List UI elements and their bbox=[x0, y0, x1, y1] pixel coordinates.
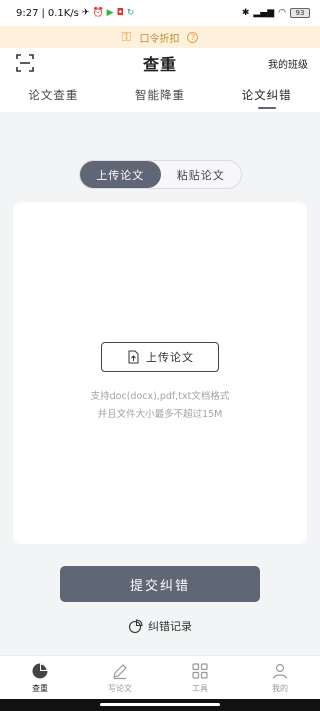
tab-plagiarism-check[interactable]: 论文查重 bbox=[0, 78, 107, 112]
nav-item-tools[interactable]: 工具 bbox=[160, 656, 240, 699]
status-divider: | bbox=[41, 7, 45, 19]
tab-smart-rewrite[interactable]: 智能降重 bbox=[107, 78, 214, 112]
status-time: 9:27 bbox=[16, 7, 39, 19]
status-bar: 9:27 | 0.1K/s ✈ ⏰ ▶ ◘ ↻ ✱ ▂▄▆ ◠ 93 bbox=[0, 0, 320, 26]
bottom-nav: 查重 写论文 工具 我的 bbox=[0, 655, 320, 699]
scan-icon[interactable] bbox=[16, 54, 34, 72]
upload-mode-button[interactable]: 上传论文 bbox=[80, 161, 161, 188]
person-icon bbox=[272, 663, 288, 679]
upload-button-label: 上传论文 bbox=[146, 351, 194, 364]
status-right: ✱ ▂▄▆ ◠ 93 bbox=[242, 8, 310, 18]
status-network-speed: 0.1K/s bbox=[47, 7, 79, 19]
signal-icon: ▂▄▆ bbox=[253, 7, 275, 18]
bluetooth-icon: ✱ bbox=[241, 7, 250, 18]
nav-label: 查重 bbox=[32, 683, 48, 693]
sync-icon: ↻ bbox=[126, 7, 135, 18]
nav-label: 工具 bbox=[192, 683, 208, 693]
upload-card: 上传论文 支持doc(docx),pdf,txt文档格式 并且文件大小最多不超过… bbox=[13, 202, 307, 544]
header: 查重 我的班级 bbox=[0, 48, 320, 78]
battery-icon: 93 bbox=[290, 8, 310, 18]
nav-item-check[interactable]: 查重 bbox=[0, 656, 80, 699]
nav-item-mine[interactable]: 我的 bbox=[240, 656, 320, 699]
system-home-bar bbox=[0, 699, 320, 711]
records-label: 纠错记录 bbox=[148, 620, 192, 633]
submit-correction-button[interactable]: 提交纠错 bbox=[60, 566, 260, 602]
key-icon: ⚿ bbox=[121, 29, 132, 45]
pie-chart-icon bbox=[32, 663, 48, 678]
tab-paper-correction[interactable]: 论文纠错 bbox=[213, 78, 320, 112]
home-indicator[interactable] bbox=[100, 703, 220, 706]
upload-icon bbox=[128, 350, 139, 364]
tab-bar: 论文查重 智能降重 论文纠错 bbox=[0, 78, 320, 112]
input-mode-toggle: 上传论文 粘贴论文 bbox=[79, 160, 242, 189]
my-class-link[interactable]: 我的班级 bbox=[268, 56, 308, 71]
promo-banner[interactable]: ⚿ 口令折扣 ? bbox=[0, 26, 320, 48]
grid-icon bbox=[192, 662, 208, 679]
upload-paper-button[interactable]: 上传论文 bbox=[101, 342, 219, 372]
correction-records-link[interactable]: 纠错记录 bbox=[0, 618, 320, 634]
pen-icon bbox=[113, 663, 127, 679]
size-hint: 并且文件大小最多不超过15M bbox=[97, 409, 223, 420]
history-pie-icon bbox=[128, 618, 143, 633]
nav-label: 写论文 bbox=[108, 683, 132, 693]
nav-item-write[interactable]: 写论文 bbox=[80, 656, 160, 699]
play-icon: ▶ bbox=[106, 7, 114, 18]
app-notification-icon: ✈ bbox=[81, 7, 90, 18]
help-icon[interactable]: ? bbox=[187, 31, 199, 43]
alarm-icon: ⏰ bbox=[92, 7, 104, 18]
app-icon: ◘ bbox=[116, 7, 124, 18]
nav-label: 我的 bbox=[272, 683, 288, 693]
format-hint: 支持doc(docx),pdf,txt文档格式 bbox=[90, 391, 230, 402]
wifi-icon: ◠ bbox=[278, 7, 286, 18]
paste-mode-button[interactable]: 粘贴论文 bbox=[161, 161, 242, 188]
promo-code-label: 口令折扣 bbox=[139, 33, 180, 45]
status-left: 9:27 | 0.1K/s ✈ ⏰ ▶ ◘ ↻ bbox=[16, 8, 134, 19]
